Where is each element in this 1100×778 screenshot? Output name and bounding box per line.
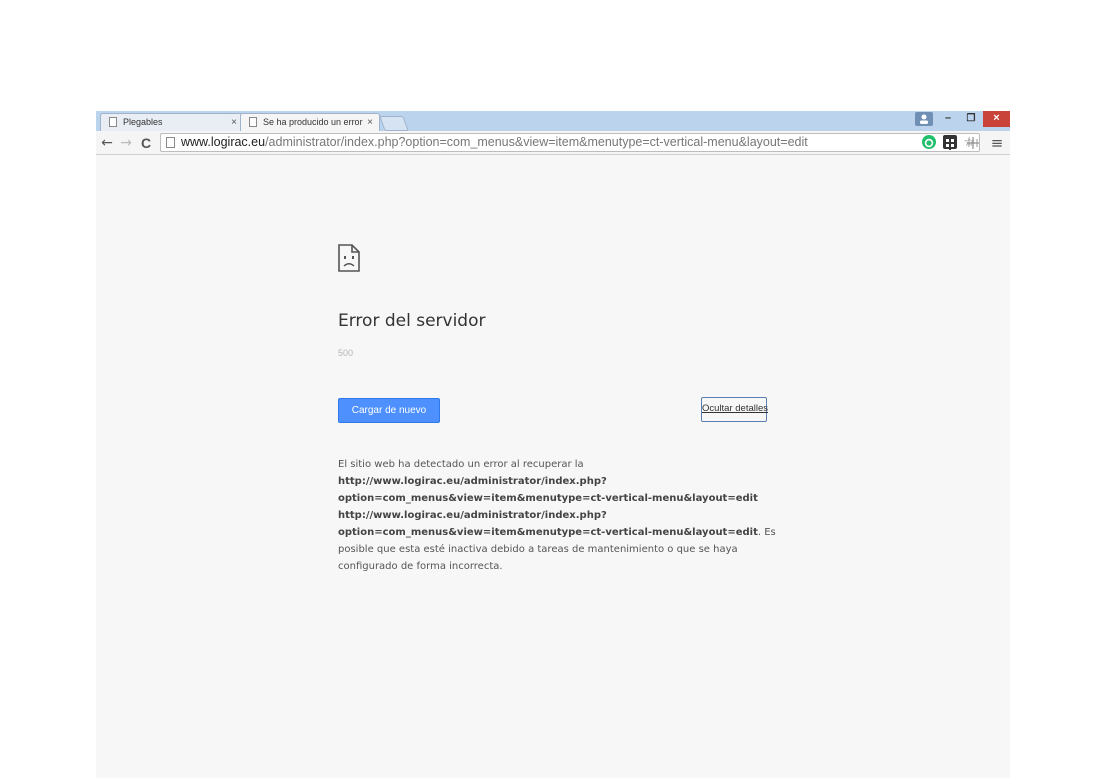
menu-icon[interactable]: ≡ <box>989 134 1005 152</box>
error-url: http://www.logirac.eu/administrator/inde… <box>338 476 607 487</box>
close-window-button[interactable]: × <box>983 111 1010 127</box>
address-bar[interactable]: www.logirac.eu/administrator/index.php?o… <box>160 133 980 152</box>
grammarly-extension-icon[interactable] <box>922 135 936 149</box>
reload-button[interactable]: C <box>138 134 154 152</box>
reload-page-button[interactable]: Cargar de nuevo <box>338 398 440 423</box>
browser-window: Plegables × Se ha producido un error × –… <box>96 111 1010 778</box>
new-tab-button[interactable] <box>379 116 409 131</box>
hide-details-button[interactable]: Ocultar detalles <box>701 397 768 422</box>
forward-button[interactable]: → <box>118 134 134 152</box>
sad-page-icon <box>338 244 360 272</box>
error-url: option=com_menus&view=item&menutype=ct-v… <box>338 527 758 538</box>
error-title: Error del servidor <box>338 311 486 331</box>
page-icon <box>109 117 117 127</box>
toolbar: ← → C www.logirac.eu/administrator/index… <box>96 131 1010 155</box>
puzzle-icon <box>943 136 957 150</box>
details-line: posible que esta esté inactiva debido a … <box>338 544 738 555</box>
puzzle-extension-icon[interactable] <box>943 135 957 150</box>
details-line: configurado de forma incorrecta. <box>338 561 503 572</box>
back-button[interactable]: ← <box>99 134 115 152</box>
tab-title: Plegables <box>123 117 163 127</box>
network-extension-icon[interactable] <box>966 135 980 149</box>
network-icon <box>967 137 979 149</box>
user-profile-button[interactable] <box>915 112 933 126</box>
url-text[interactable]: www.logirac.eu/administrator/index.php?o… <box>181 134 808 151</box>
tab-close-icon[interactable]: × <box>367 114 373 131</box>
url-host: www.logirac.eu <box>181 135 266 149</box>
error-url: option=com_menus&view=item&menutype=ct-v… <box>338 493 758 504</box>
error-details: El sitio web ha detectado un error al re… <box>338 456 778 575</box>
tab-strip: Plegables × Se ha producido un error × –… <box>96 111 1010 131</box>
tab-close-icon[interactable]: × <box>231 114 237 131</box>
maximize-button[interactable]: ❐ <box>960 111 982 127</box>
details-line: El sitio web ha detectado un error al re… <box>338 459 584 470</box>
details-line: . Es <box>757 527 776 538</box>
page-icon <box>249 117 257 127</box>
tab-plegables[interactable]: Plegables × <box>100 113 244 131</box>
page-icon <box>166 137 175 148</box>
error-code: 500 <box>338 348 354 358</box>
g-icon <box>924 138 934 148</box>
tab-error[interactable]: Se ha producido un error × <box>240 113 380 131</box>
user-icon <box>920 114 928 124</box>
minimize-button[interactable]: – <box>937 111 959 127</box>
url-path: /administrator/index.php?option=com_menu… <box>265 135 808 149</box>
tab-title: Se ha producido un error <box>263 117 363 127</box>
error-url: http://www.logirac.eu/administrator/inde… <box>338 510 607 521</box>
